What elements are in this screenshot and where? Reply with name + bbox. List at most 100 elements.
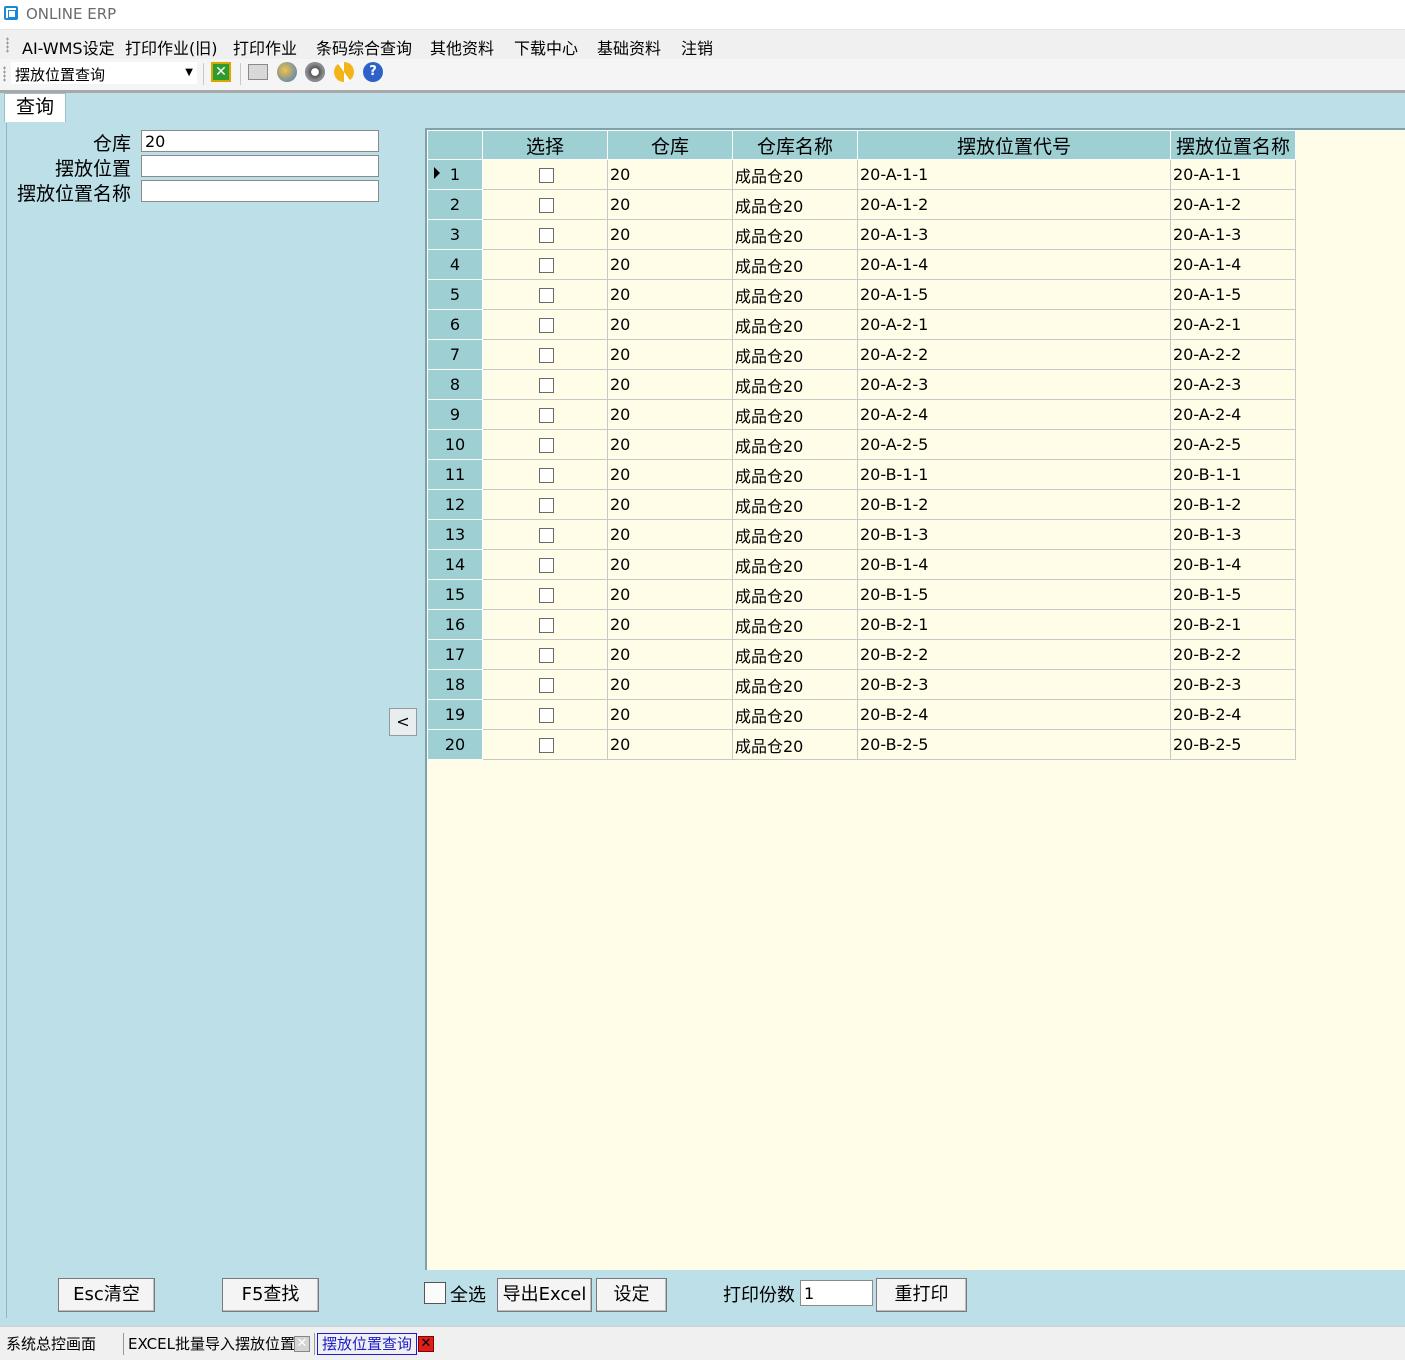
print-copies-input[interactable]: 1 (800, 1280, 873, 1306)
warehouse-cell[interactable]: 20 (607, 579, 733, 610)
warehouse-cell[interactable]: 20 (607, 609, 733, 640)
warehouse-name-cell[interactable]: 成品仓20 (732, 189, 858, 220)
location-name-cell[interactable]: 20-B-1-4 (1170, 549, 1296, 580)
row-select-checkbox[interactable] (538, 378, 554, 393)
warehouse-name-cell[interactable]: 成品仓20 (732, 159, 858, 190)
table-row[interactable]: 3 20 成品仓20 20-A-1-3 20-A-1-3 (427, 219, 1296, 250)
location-name-cell[interactable]: 20-B-1-1 (1170, 459, 1296, 490)
location-name-cell[interactable]: 20-B-2-5 (1170, 729, 1296, 760)
table-row[interactable]: 1 20 成品仓20 20-A-1-1 20-A-1-1 (427, 159, 1296, 190)
row-select-checkbox[interactable] (538, 438, 554, 453)
browser-icon[interactable] (277, 62, 297, 82)
location-code-cell[interactable]: 20-B-1-1 (857, 459, 1171, 490)
warehouse-cell[interactable]: 20 (607, 489, 733, 520)
warehouse-name-cell[interactable]: 成品仓20 (732, 459, 858, 490)
row-select-checkbox[interactable] (538, 408, 554, 423)
toolbar-grip-icon[interactable] (3, 66, 6, 82)
column-header-location-code[interactable]: 摆放位置代号 (857, 130, 1171, 160)
location-name-cell[interactable]: 20-A-2-4 (1170, 399, 1296, 430)
data-grid[interactable]: 选择 仓库 仓库名称 摆放位置代号 摆放位置名称 1 20 成品仓20 20-A-1-… (425, 128, 1405, 1270)
location-code-cell[interactable]: 20-B-2-2 (857, 639, 1171, 670)
warehouse-cell[interactable]: 20 (607, 429, 733, 460)
row-header[interactable]: 2 (427, 189, 483, 220)
row-header[interactable]: 19 (427, 699, 483, 730)
menu-barcode-query[interactable]: 条码综合查询 (316, 35, 412, 59)
table-row[interactable]: 10 20 成品仓20 20-A-2-5 20-A-2-5 (427, 429, 1296, 460)
location-code-cell[interactable]: 20-A-1-2 (857, 189, 1171, 220)
collapse-panel-button[interactable]: < (389, 708, 417, 736)
warehouse-cell[interactable]: 20 (607, 159, 733, 190)
row-header[interactable]: 9 (427, 399, 483, 430)
location-name-cell[interactable]: 20-A-1-4 (1170, 249, 1296, 280)
esc-clear-button[interactable]: Esc清空 (58, 1278, 155, 1312)
row-header[interactable]: 10 (427, 429, 483, 460)
location-code-cell[interactable]: 20-B-2-5 (857, 729, 1171, 760)
window-tab-location-query[interactable]: 摆放位置查询 (317, 1333, 418, 1355)
table-row[interactable]: 20 20 成品仓20 20-B-2-5 20-B-2-5 (427, 729, 1296, 760)
row-select-checkbox[interactable] (538, 678, 554, 693)
location-name-cell[interactable]: 20-A-2-2 (1170, 339, 1296, 370)
row-select-checkbox[interactable] (538, 738, 554, 753)
row-header[interactable]: 18 (427, 669, 483, 700)
location-code-cell[interactable]: 20-A-1-5 (857, 279, 1171, 310)
row-select-checkbox[interactable] (538, 708, 554, 723)
location-name-cell[interactable]: 20-B-2-2 (1170, 639, 1296, 670)
row-select-checkbox[interactable] (538, 588, 554, 603)
column-header-select[interactable]: 选择 (482, 130, 608, 160)
table-row[interactable]: 13 20 成品仓20 20-B-1-3 20-B-1-3 (427, 519, 1296, 550)
location-code-cell[interactable]: 20-A-2-2 (857, 339, 1171, 370)
warehouse-name-cell[interactable]: 成品仓20 (732, 729, 858, 760)
row-header[interactable]: 4 (427, 249, 483, 280)
row-select-checkbox[interactable] (538, 288, 554, 303)
table-row[interactable]: 7 20 成品仓20 20-A-2-2 20-A-2-2 (427, 339, 1296, 370)
table-row[interactable]: 5 20 成品仓20 20-A-1-5 20-A-1-5 (427, 279, 1296, 310)
table-row[interactable]: 12 20 成品仓20 20-B-1-2 20-B-1-2 (427, 489, 1296, 520)
form-selector-combo[interactable]: 摆放位置查询 ▼ (11, 62, 197, 84)
table-row[interactable]: 17 20 成品仓20 20-B-2-2 20-B-2-2 (427, 639, 1296, 670)
warehouse-cell[interactable]: 20 (607, 369, 733, 400)
location-code-cell[interactable]: 20-A-1-3 (857, 219, 1171, 250)
warehouse-name-cell[interactable]: 成品仓20 (732, 219, 858, 250)
location-name-cell[interactable]: 20-A-1-1 (1170, 159, 1296, 190)
row-select-checkbox[interactable] (538, 318, 554, 333)
warehouse-cell[interactable]: 20 (607, 549, 733, 580)
column-header-warehouse-name[interactable]: 仓库名称 (732, 130, 858, 160)
excel-export-icon[interactable]: ✕ (211, 62, 231, 82)
row-header[interactable]: 3 (427, 219, 483, 250)
export-excel-button[interactable]: 导出Excel (497, 1278, 592, 1312)
location-name-cell[interactable]: 20-A-2-5 (1170, 429, 1296, 460)
reprint-button[interactable]: 重打印 (876, 1278, 967, 1312)
row-select-checkbox[interactable] (538, 528, 554, 543)
row-select-checkbox[interactable] (538, 498, 554, 513)
column-header-warehouse[interactable]: 仓库 (607, 130, 733, 160)
warehouse-cell[interactable]: 20 (607, 309, 733, 340)
row-header[interactable]: 15 (427, 579, 483, 610)
menu-print-jobs-old[interactable]: 打印作业(旧) (125, 35, 218, 59)
location-code-cell[interactable]: 20-A-1-1 (857, 159, 1171, 190)
warehouse-name-cell[interactable]: 成品仓20 (732, 639, 858, 670)
row-header[interactable]: 6 (427, 309, 483, 340)
keyboard-icon[interactable] (248, 64, 268, 80)
menu-download-center[interactable]: 下载中心 (514, 35, 578, 59)
location-code-cell[interactable]: 20-B-2-3 (857, 669, 1171, 700)
location-code-cell[interactable]: 20-A-2-5 (857, 429, 1171, 460)
warehouse-name-cell[interactable]: 成品仓20 (732, 309, 858, 340)
row-header[interactable]: 1 (427, 159, 483, 190)
location-code-cell[interactable]: 20-A-1-4 (857, 249, 1171, 280)
warehouse-cell[interactable]: 20 (607, 669, 733, 700)
warehouse-cell[interactable]: 20 (607, 399, 733, 430)
warehouse-cell[interactable]: 20 (607, 519, 733, 550)
location-name-cell[interactable]: 20-B-2-1 (1170, 609, 1296, 640)
warehouse-cell[interactable]: 20 (607, 639, 733, 670)
location-name-cell[interactable]: 20-B-2-3 (1170, 669, 1296, 700)
row-select-checkbox[interactable] (538, 198, 554, 213)
row-select-checkbox[interactable] (538, 348, 554, 363)
warehouse-name-cell[interactable]: 成品仓20 (732, 279, 858, 310)
row-header[interactable]: 7 (427, 339, 483, 370)
table-row[interactable]: 8 20 成品仓20 20-A-2-3 20-A-2-3 (427, 369, 1296, 400)
row-header[interactable]: 14 (427, 549, 483, 580)
menu-other-data[interactable]: 其他资料 (430, 35, 494, 59)
warehouse-cell[interactable]: 20 (607, 219, 733, 250)
location-name-cell[interactable]: 20-A-2-1 (1170, 309, 1296, 340)
table-row[interactable]: 6 20 成品仓20 20-A-2-1 20-A-2-1 (427, 309, 1296, 340)
